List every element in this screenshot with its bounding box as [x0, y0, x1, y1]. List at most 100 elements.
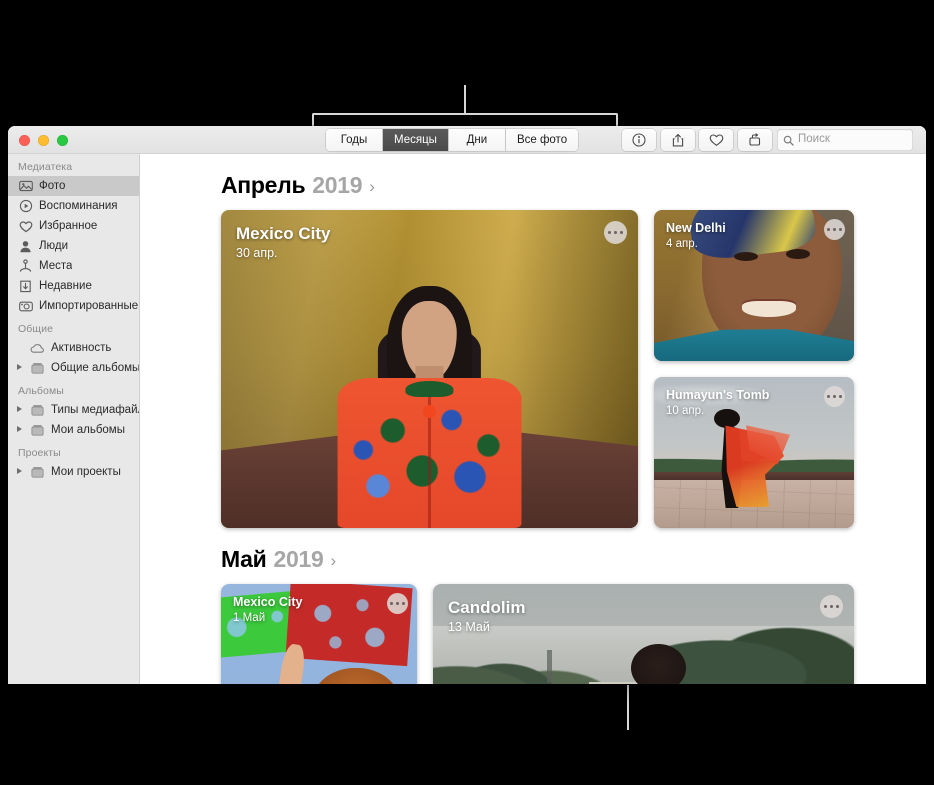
disclosure-triangle-icon[interactable] [17, 406, 22, 412]
search-field[interactable]: Поиск [777, 129, 913, 151]
favorite-button[interactable] [699, 129, 733, 151]
section-header-april[interactable]: Апрель 2019 › [140, 172, 926, 199]
photo-card-date: 13 Май [448, 620, 490, 634]
sidebar-item-label: Мои проекты [51, 466, 121, 478]
sidebar-item-recent[interactable]: Недавние [8, 276, 139, 296]
download-icon [18, 279, 33, 294]
zoom-button[interactable] [57, 135, 68, 146]
photos-app-window: Годы Месяцы Дни Все фото [8, 126, 926, 684]
memories-icon [18, 199, 33, 214]
more-options-button[interactable] [824, 386, 845, 407]
window-controls [19, 135, 68, 146]
sidebar-item-label: Места [39, 260, 72, 272]
sidebar-item-label: Фото [39, 180, 65, 192]
photo-card-mexico-city-may[interactable]: Mexico City 1 Май [221, 584, 417, 684]
chevron-right-icon[interactable]: › [369, 177, 375, 197]
window-body: Медиатека Фото [8, 154, 926, 684]
album-icon [30, 423, 45, 438]
sidebar-item-label: Избранное [39, 220, 97, 232]
sidebar-group-title-shared: Общие [8, 316, 139, 338]
sidebar-group-title-albums: Альбомы [8, 378, 139, 400]
share-button[interactable] [661, 129, 695, 151]
rotate-button[interactable] [738, 129, 772, 151]
sidebar-item-label: Недавние [39, 280, 92, 292]
sidebar-item-my-albums[interactable]: Мои альбомы [8, 420, 139, 440]
heart-icon [18, 219, 33, 234]
sidebar-item-label: Активность [51, 342, 111, 354]
photo-card-new-delhi[interactable]: New Delhi 4 апр. [654, 210, 854, 361]
more-options-button[interactable] [820, 595, 843, 618]
tab-all-photos[interactable]: Все фото [506, 129, 578, 151]
disclosure-triangle-icon[interactable] [17, 426, 22, 432]
sidebar-item-shared-albums[interactable]: Общие альбомы [8, 358, 139, 378]
sidebar-item-activity[interactable]: Активность [8, 338, 139, 358]
tab-months[interactable]: Месяцы [383, 129, 449, 151]
photo-card-date: 10 апр. [666, 405, 704, 417]
section-month: Апрель [221, 172, 305, 199]
photo-card-title: New Delhi [666, 221, 726, 235]
info-button[interactable] [622, 129, 656, 151]
sidebar-group-title-library: Медиатека [8, 161, 139, 176]
sidebar-item-label: Мои альбомы [51, 424, 125, 436]
sidebar-item-favorites[interactable]: Избранное [8, 216, 139, 236]
section-month: Май [221, 546, 266, 573]
photo-card-mexico-city-april[interactable]: Mexico City 30 апр. [221, 210, 638, 528]
callout-leader-line-top [464, 85, 466, 115]
photos-grid: Апрель 2019 › [140, 154, 926, 684]
section-header-may[interactable]: Май 2019 › [140, 546, 926, 573]
photo-card-date: 1 Май [233, 612, 265, 624]
search-icon [783, 135, 794, 146]
photo-thumbnail [221, 210, 638, 528]
sidebar-group-title-projects: Проекты [8, 440, 139, 462]
photo-card-date: 30 апр. [236, 246, 278, 260]
photo-card-date: 4 апр. [666, 238, 698, 250]
cloud-icon [30, 341, 45, 356]
photo-card-humayuns-tomb[interactable]: Humayun's Tomb 10 апр. [654, 377, 854, 528]
sidebar-item-my-projects[interactable]: Мои проекты [8, 462, 139, 482]
disclosure-triangle-icon[interactable] [17, 364, 22, 370]
sidebar-item-label: Воспоминания [39, 200, 118, 212]
section-year: 2019 [273, 546, 323, 573]
section-year: 2019 [312, 172, 362, 199]
sidebar-item-label: Импортированные [39, 300, 138, 312]
map-pin-icon [18, 259, 33, 274]
chevron-right-icon[interactable]: › [330, 551, 336, 571]
more-options-button[interactable] [824, 219, 845, 240]
close-button[interactable] [19, 135, 30, 146]
search-placeholder: Поиск [798, 134, 830, 146]
person-icon [18, 239, 33, 254]
tab-days[interactable]: Дни [449, 129, 506, 151]
screenshot-stage: Годы Месяцы Дни Все фото [0, 0, 934, 785]
sidebar-item-memories[interactable]: Воспоминания [8, 196, 139, 216]
disclosure-triangle-icon[interactable] [17, 468, 22, 474]
photo-card-candolim[interactable]: Candolim 13 Май [433, 584, 854, 684]
more-options-button[interactable] [387, 593, 408, 614]
sidebar-item-people[interactable]: Люди [8, 236, 139, 256]
rotate-icon [748, 133, 763, 147]
minimize-button[interactable] [38, 135, 49, 146]
view-mode-segmented-control[interactable]: Годы Месяцы Дни Все фото [326, 129, 578, 151]
callout-leader-line-bottom [627, 685, 629, 730]
sidebar-item-media-types[interactable]: Типы медиафайлов [8, 400, 139, 420]
more-options-button[interactable] [604, 221, 627, 244]
sidebar-item-label: Люди [39, 240, 68, 252]
photo-card-title: Humayun's Tomb [666, 388, 769, 402]
sidebar: Медиатека Фото [8, 154, 140, 684]
album-icon [30, 361, 45, 376]
camera-icon [18, 299, 33, 314]
sidebar-item-photos[interactable]: Фото [8, 176, 139, 196]
sidebar-item-imported[interactable]: Импортированные [8, 296, 139, 316]
album-icon [30, 403, 45, 418]
share-icon [671, 133, 685, 148]
photos-icon [18, 179, 33, 194]
album-icon [30, 465, 45, 480]
window-titlebar: Годы Месяцы Дни Все фото [8, 126, 926, 154]
favorite-heart-icon [709, 133, 724, 147]
section-row-april: Mexico City 30 апр. [140, 210, 926, 528]
tab-years[interactable]: Годы [326, 129, 383, 151]
sidebar-item-places[interactable]: Места [8, 256, 139, 276]
photo-card-title: Mexico City [233, 595, 302, 609]
section-column-april-right: New Delhi 4 апр. [654, 210, 854, 528]
photo-card-title: Candolim [448, 598, 525, 618]
photo-card-title: Mexico City [236, 224, 330, 244]
